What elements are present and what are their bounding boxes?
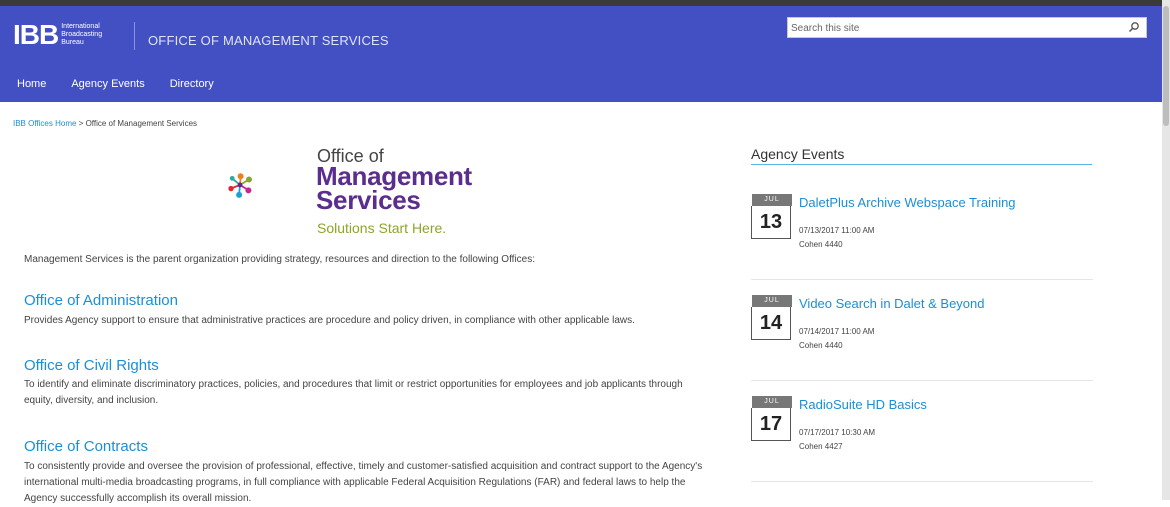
event-location: Cohen 4440: [799, 341, 843, 350]
search-box[interactable]: [787, 17, 1147, 38]
breadcrumb-home-link[interactable]: IBB Offices Home: [13, 119, 76, 128]
nav-home[interactable]: Home: [17, 78, 46, 94]
breadcrumb-separator: >: [76, 119, 86, 128]
logo-line: Bureau: [61, 39, 84, 46]
event-title-link[interactable]: RadioSuite HD Basics: [799, 397, 927, 412]
calendar-month: JUL: [752, 295, 792, 307]
search-icon[interactable]: [1128, 21, 1140, 33]
nav-directory[interactable]: Directory: [170, 78, 214, 94]
breadcrumb-current: Office of Management Services: [85, 119, 198, 128]
search-input[interactable]: [791, 21, 1121, 35]
oms-logo-graphic: [228, 173, 252, 198]
ibb-logo[interactable]: IBB International Broadcasting Bureau: [13, 19, 102, 50]
section-description: To identify and eliminate discriminatory…: [24, 379, 683, 406]
breadcrumb: IBB Offices Home > Office of Management …: [13, 119, 197, 128]
oms-logo-tagline: Solutions Start Here.: [317, 220, 447, 236]
calendar-day: 14: [751, 307, 791, 340]
event-title-link[interactable]: Video Search in Dalet & Beyond: [799, 296, 985, 311]
event-item: JUL 17 RadioSuite HD Basics 07/17/2017 1…: [751, 396, 1093, 484]
calendar-icon: JUL 14: [751, 295, 792, 341]
event-separator: [751, 481, 1093, 482]
logo-subtitle: International Broadcasting Bureau: [61, 23, 102, 47]
calendar-icon: JUL 17: [751, 396, 792, 442]
calendar-day: 17: [751, 408, 791, 441]
header-divider: [134, 22, 135, 50]
event-datetime: 07/13/2017 11:00 AM: [799, 226, 875, 235]
calendar-month: JUL: [752, 396, 792, 408]
logo-wordmark: IBB: [13, 19, 59, 50]
site-title[interactable]: OFFICE OF MANAGEMENT SERVICES: [148, 33, 389, 48]
events-title-underline: [751, 164, 1092, 165]
event-datetime: 07/14/2017 11:00 AM: [799, 327, 875, 336]
scrollbar-thumb[interactable]: [1163, 6, 1169, 126]
section-title-link[interactable]: Office of Civil Rights: [24, 357, 159, 374]
calendar-icon: JUL 13: [751, 194, 792, 240]
event-location: Cohen 4427: [799, 442, 843, 451]
logo-line: International: [61, 23, 100, 30]
event-item: JUL 14 Video Search in Dalet & Beyond 07…: [751, 295, 1093, 383]
nav-agency-events[interactable]: Agency Events: [71, 78, 144, 94]
oms-logo-line3: Services: [316, 185, 421, 215]
section-title-link[interactable]: Office of Administration: [24, 292, 178, 309]
intro-text: Management Services is the parent organi…: [24, 254, 536, 265]
calendar-day: 13: [751, 206, 791, 239]
event-datetime: 07/17/2017 10:30 AM: [799, 428, 876, 437]
calendar-month: JUL: [752, 194, 792, 206]
section-title-link[interactable]: Office of Contracts: [24, 438, 148, 455]
scrollbar[interactable]: [1162, 0, 1170, 500]
event-separator: [751, 279, 1093, 280]
event-separator: [751, 380, 1093, 381]
section-description: Provides Agency support to ensure that a…: [24, 315, 635, 326]
events-panel-title: Agency Events: [751, 146, 845, 162]
main-nav: Home Agency Events Directory: [0, 78, 222, 94]
event-location: Cohen 4440: [799, 240, 843, 249]
logo-line: Broadcasting: [61, 31, 103, 38]
event-title-link[interactable]: DaletPlus Archive Webspace Training: [799, 195, 1016, 210]
event-item: JUL 13 DaletPlus Archive Webspace Traini…: [751, 194, 1093, 282]
